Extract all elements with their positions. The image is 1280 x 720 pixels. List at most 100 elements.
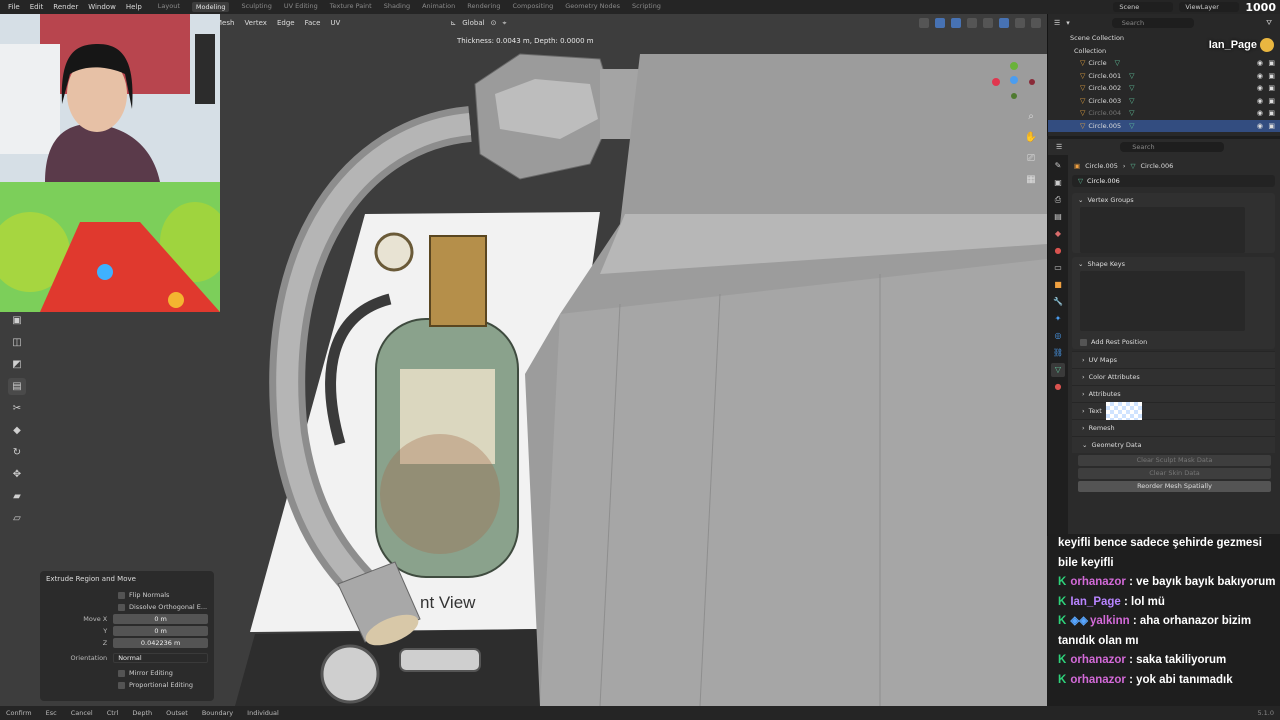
outliner-search[interactable]: Search (1111, 18, 1194, 28)
tool-tab-icon[interactable]: ✎ (1051, 159, 1065, 173)
bevel-tool-icon[interactable]: ◩ (8, 356, 26, 373)
menu-uv[interactable]: UV (330, 19, 340, 27)
loop-cut-tool-icon[interactable]: ▤ (8, 378, 26, 395)
vertex-groups-header[interactable]: ⌄ Vertex Groups (1072, 193, 1275, 207)
render-icon[interactable]: ▣ (1268, 122, 1275, 130)
rendered-shading-icon[interactable] (1031, 18, 1041, 28)
outliner-editor-icon[interactable]: ☰ (1054, 19, 1060, 27)
dissolve-checkbox[interactable] (118, 603, 125, 611)
visibility-icon[interactable]: ◉ (1257, 122, 1263, 130)
shrink-tool-icon[interactable]: ▰ (8, 488, 26, 505)
poly-build-tool-icon[interactable]: ◆ (8, 422, 26, 439)
filter-icon[interactable]: ⛛ (1266, 19, 1272, 28)
gizmo-z-axis[interactable] (1010, 76, 1018, 84)
outliner-item-circle-004[interactable]: ▽ Circle.004 ▽ ◉ ▣ (1048, 107, 1280, 120)
scene-tab-icon[interactable]: ◆ (1051, 227, 1065, 241)
geometry-data-header[interactable]: ⌄ Geometry Data (1072, 436, 1275, 453)
move-z-field[interactable]: 0.042236 m (113, 638, 208, 648)
move-y-field[interactable]: 0 m (113, 626, 208, 636)
tab-compositing[interactable]: Compositing (512, 2, 553, 12)
orientation-select[interactable]: Normal (113, 653, 208, 663)
mirror-editing-checkbox[interactable] (118, 669, 125, 677)
spin-tool-icon[interactable]: ↻ (8, 444, 26, 461)
menu-file[interactable]: File (8, 3, 20, 11)
outliner-item-circle-002[interactable]: ▽ Circle.002 ▽ ◉ ▣ (1048, 82, 1280, 95)
tab-uv-editing[interactable]: UV Editing (284, 2, 318, 12)
constraints-tab-icon[interactable]: ⛓ (1051, 346, 1065, 360)
output-tab-icon[interactable]: ⎙ (1051, 193, 1065, 207)
shape-keys-list[interactable] (1080, 271, 1245, 331)
view-layer-selector[interactable]: ViewLayer (1179, 2, 1240, 12)
orientation-dropdown[interactable]: Global (462, 19, 484, 27)
menu-vertex[interactable]: Vertex (244, 19, 267, 27)
operator-title[interactable]: Extrude Region and Move (46, 575, 208, 583)
tab-texture-paint[interactable]: Texture Paint (330, 2, 372, 12)
properties-editor-icon[interactable]: ☰ (1056, 143, 1062, 151)
menu-face[interactable]: Face (305, 19, 321, 27)
zoom-icon[interactable]: ⌕ (1024, 110, 1038, 124)
view-layer-tab-icon[interactable]: ▤ (1051, 210, 1065, 224)
gizmo-x-axis[interactable] (992, 78, 1000, 86)
vertex-groups-list[interactable] (1080, 207, 1245, 253)
tab-animation[interactable]: Animation (422, 2, 455, 12)
menu-help[interactable]: Help (126, 3, 142, 11)
solid-shading-icon[interactable] (999, 18, 1009, 28)
extrude-tool-icon[interactable]: ▣ (8, 312, 26, 329)
shape-keys-header[interactable]: ⌄ Shape Keys (1072, 257, 1275, 271)
render-icon[interactable]: ▣ (1268, 97, 1275, 105)
knife-tool-icon[interactable]: ✂ (8, 400, 26, 417)
outliner-item-circle-001[interactable]: ▽ Circle.001 ▽ ◉ ▣ (1048, 70, 1280, 83)
pan-icon[interactable]: ✋ (1024, 131, 1038, 145)
select-icon[interactable] (919, 18, 929, 28)
render-icon[interactable]: ▣ (1268, 72, 1275, 80)
physics-tab-icon[interactable]: ◎ (1051, 329, 1065, 343)
reorder-mesh-button[interactable]: Reorder Mesh Spatially (1078, 481, 1271, 492)
object-tab-icon[interactable]: ■ (1051, 278, 1065, 292)
render-tab-icon[interactable]: ▣ (1051, 176, 1065, 190)
collection-tab-icon[interactable]: ▭ (1051, 261, 1065, 275)
flip-normals-checkbox[interactable] (118, 591, 125, 599)
menu-edge[interactable]: Edge (277, 19, 295, 27)
outliner-item-circle-005[interactable]: ▽ Circle.005 ▽ ◉ ▣ (1048, 119, 1280, 132)
clear-skin-data-button[interactable]: Clear Skin Data (1078, 468, 1271, 479)
camera-icon[interactable]: ⎚ (1024, 152, 1038, 166)
visibility-icon[interactable]: ◉ (1257, 72, 1263, 80)
tab-shading[interactable]: Shading (384, 2, 410, 12)
attributes-header[interactable]: › Attributes (1072, 385, 1275, 402)
wireframe-shading-icon[interactable] (983, 18, 993, 28)
proportional-editing-checkbox[interactable] (118, 681, 125, 689)
render-icon[interactable]: ▣ (1268, 109, 1275, 117)
gizmo-neg-x-axis[interactable] (1029, 79, 1035, 85)
pivot-icon[interactable]: ⊙ (491, 19, 497, 27)
world-tab-icon[interactable]: ● (1051, 244, 1065, 258)
uv-maps-header[interactable]: › UV Maps (1072, 351, 1275, 368)
remesh-header[interactable]: › Remesh (1072, 419, 1275, 436)
clear-sculpt-mask-button[interactable]: Clear Sculpt Mask Data (1078, 455, 1271, 466)
render-icon[interactable]: ▣ (1268, 84, 1275, 92)
shear-tool-icon[interactable]: ▱ (8, 510, 26, 527)
outliner-item-circle[interactable]: ▽ Circle ▽ ◉ ▣ (1048, 57, 1280, 70)
properties-search[interactable]: Search (1120, 142, 1225, 152)
tab-sculpting[interactable]: Sculpting (241, 2, 271, 12)
add-rest-position-checkbox[interactable] (1080, 338, 1087, 346)
mesh-data-name-field[interactable]: ▽ Circle.006 (1072, 175, 1275, 187)
tab-modeling[interactable]: Modeling (191, 2, 230, 12)
scene-selector[interactable]: Scene (1113, 2, 1174, 12)
move-x-field[interactable]: 0 m (113, 614, 208, 624)
tab-scripting[interactable]: Scripting (632, 2, 661, 12)
menu-render[interactable]: Render (53, 3, 78, 11)
material-tab-icon[interactable]: ● (1051, 380, 1065, 394)
visibility-icon[interactable]: ◉ (1257, 97, 1263, 105)
particles-tab-icon[interactable]: ✦ (1051, 312, 1065, 326)
material-shading-icon[interactable] (1015, 18, 1025, 28)
perspective-icon[interactable]: ▦ (1024, 173, 1038, 187)
outliner-item-circle-003[interactable]: ▽ Circle.003 ▽ ◉ ▣ (1048, 95, 1280, 108)
gizmo-toggle-icon[interactable] (935, 18, 945, 28)
menu-edit[interactable]: Edit (30, 3, 44, 11)
outliner-filter-icon[interactable]: ▾ (1066, 19, 1070, 27)
visibility-icon[interactable]: ◉ (1257, 84, 1263, 92)
navigation-gizmo[interactable] (988, 56, 1040, 108)
menu-window[interactable]: Window (88, 3, 116, 11)
render-icon[interactable]: ▣ (1268, 59, 1275, 67)
xray-toggle-icon[interactable] (967, 18, 977, 28)
